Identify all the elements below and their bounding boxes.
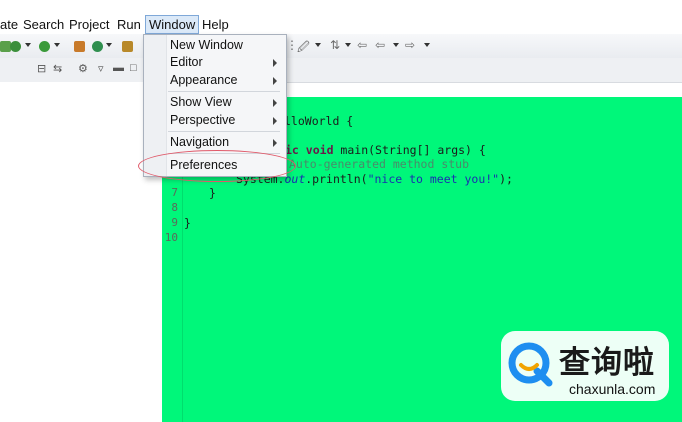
menu-search[interactable]: Search: [23, 17, 64, 32]
menu-bar: ate Search Project Run Window Help: [0, 14, 682, 34]
package-explorer: [0, 82, 160, 422]
submenu-arrow-icon: [273, 99, 277, 107]
maximize-icon[interactable]: □: [130, 62, 137, 74]
chevron-down-icon[interactable]: [54, 43, 60, 47]
menu-separator: [168, 131, 280, 132]
method-declaration: ic void main(String[] args) {: [285, 143, 486, 157]
menu-navigate[interactable]: ate: [0, 17, 18, 32]
code-comment: Auto-generated method stub: [289, 157, 470, 171]
submenu-arrow-icon: [273, 77, 277, 85]
chevron-down-icon[interactable]: [345, 43, 351, 47]
new-class-icon[interactable]: [92, 41, 103, 52]
menu-item-appearance[interactable]: Appearance: [170, 73, 237, 87]
class-declaration: lloWorld {: [284, 114, 354, 128]
menu-item-preferences[interactable]: Preferences: [170, 158, 237, 172]
menu-item-show-view[interactable]: Show View: [170, 95, 232, 109]
submenu-arrow-icon: [273, 139, 277, 147]
open-type-icon[interactable]: [122, 41, 133, 52]
line-number: 8: [171, 201, 178, 214]
debug-icon[interactable]: [10, 41, 21, 52]
watermark-domain: chaxunla.com: [569, 381, 656, 397]
filter-icon[interactable]: ⚙: [78, 62, 88, 75]
line-number: 9: [171, 216, 178, 229]
new-package-icon[interactable]: [74, 41, 85, 52]
line-number: 7: [171, 186, 178, 199]
menu-separator: [168, 91, 280, 92]
back-icon[interactable]: ⇦: [375, 38, 385, 52]
prev-annotation-icon[interactable]: ⇅: [330, 38, 340, 52]
menu-item-perspective[interactable]: Perspective: [170, 113, 235, 127]
menu-item-navigation[interactable]: Navigation: [170, 135, 229, 149]
forward-icon[interactable]: ⇨: [405, 38, 415, 52]
window-menu-dropdown: New Window Editor Appearance Show View P…: [143, 34, 287, 177]
menu-help[interactable]: Help: [202, 17, 229, 32]
menu-item-editor[interactable]: Editor: [170, 55, 203, 69]
menu-project[interactable]: Project: [69, 17, 109, 32]
collapse-all-icon[interactable]: ⊟: [37, 62, 46, 75]
submenu-arrow-icon: [273, 59, 277, 67]
menu-run[interactable]: Run: [117, 17, 141, 32]
class-close-brace: }: [184, 216, 191, 230]
watermark: 查询啦 chaxunla.com: [501, 331, 669, 401]
menu-window[interactable]: Window: [145, 15, 200, 34]
submenu-arrow-icon: [273, 117, 277, 125]
link-editor-icon[interactable]: ⇆: [53, 62, 62, 75]
annotation-icon[interactable]: 🖉: [297, 38, 310, 59]
menu-separator: [168, 153, 280, 154]
menu-gutter: [144, 35, 167, 176]
watermark-brand: 查询啦: [559, 345, 655, 381]
minimize-icon[interactable]: ▬: [113, 62, 124, 74]
method-close-brace: }: [209, 186, 216, 200]
chevron-down-icon[interactable]: [25, 43, 31, 47]
magnifier-logo-icon: [508, 342, 553, 387]
chevron-down-icon[interactable]: [424, 43, 430, 47]
line-number: 10: [164, 231, 178, 244]
view-toolbar: ⊟ ⇆ ⚙ ▿ ▬ □: [0, 58, 682, 83]
menu-item-new-window[interactable]: New Window: [170, 38, 243, 52]
run-icon[interactable]: [39, 41, 50, 52]
chevron-down-icon[interactable]: [106, 43, 112, 47]
chevron-down-icon[interactable]: [315, 43, 321, 47]
main-toolbar: ⋮ 🖉 ⇅ ⇦ ⇦ ⇨: [0, 34, 682, 59]
view-menu-icon[interactable]: ▿: [98, 62, 104, 75]
chevron-down-icon[interactable]: [393, 43, 399, 47]
last-edit-icon[interactable]: ⇦: [357, 38, 367, 52]
